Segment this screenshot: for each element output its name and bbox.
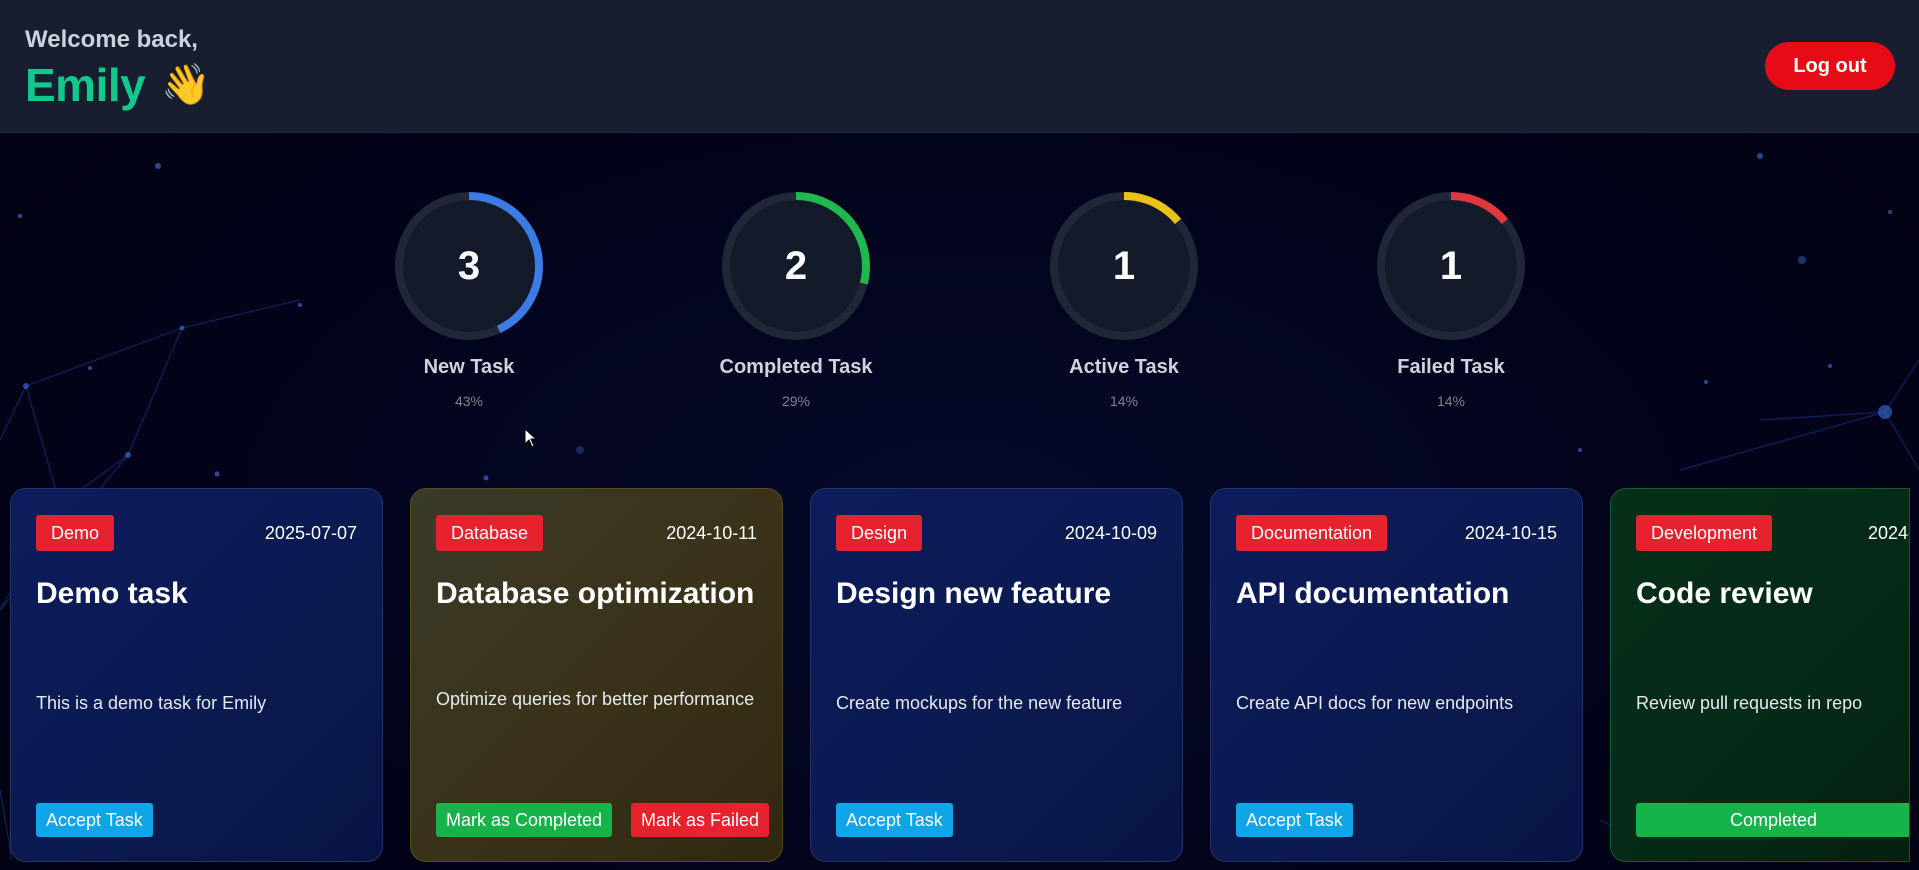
stat-completed-task: 2 Completed Task 29%: [696, 190, 896, 409]
stat-active-task: 1 Active Task 14%: [1024, 190, 1224, 409]
top-bar: Welcome back, Emily 👋 Log out: [0, 0, 1919, 133]
category-badge: Design: [836, 515, 923, 551]
mark-completed-button[interactable]: Mark as Completed: [436, 803, 613, 837]
task-description: Optimize queries for better performance: [436, 689, 755, 709]
mouse-cursor-icon: [524, 428, 538, 448]
user-greeting: Emily 👋: [25, 58, 211, 112]
welcome-text: Welcome back,: [25, 26, 198, 53]
stat-percent: 14%: [1109, 393, 1139, 409]
category-badge: Demo: [36, 515, 115, 551]
task-date: 2024-10-11: [666, 523, 757, 543]
progress-ring: 3: [393, 190, 545, 342]
task-title: Code review: [1636, 577, 1813, 610]
task-title: Design new feature: [836, 577, 1112, 610]
mark-failed-button[interactable]: Mark as Failed: [631, 803, 770, 837]
stat-count: 1: [1112, 244, 1136, 288]
accept-task-button[interactable]: Accept Task: [836, 803, 953, 837]
accept-task-button[interactable]: Accept Task: [36, 803, 153, 837]
task-description: This is a demo task for Emily: [36, 693, 267, 713]
stat-failed-task: 1 Failed Task 14%: [1351, 190, 1551, 409]
task-title: API documentation: [1236, 577, 1510, 610]
task-title: Database optimization: [436, 577, 755, 610]
task-description: Create mockups for the new feature: [836, 693, 1123, 713]
stat-percent: 14%: [1436, 393, 1466, 409]
task-description: Create API docs for new endpoints: [1236, 693, 1514, 713]
progress-ring: 1: [1375, 190, 1527, 342]
task-date: 2024-10-09: [1064, 523, 1157, 543]
stat-count: 2: [784, 244, 808, 288]
stat-label: Active Task: [1069, 356, 1179, 378]
waving-hand-icon: 👋: [161, 63, 212, 107]
task-date: 2024-10-15: [1464, 523, 1557, 543]
category-badge: Development: [1636, 515, 1773, 551]
task-card-development: Development 2024- Code review Review pul…: [1610, 488, 1910, 862]
category-badge: Documentation: [1236, 515, 1388, 551]
logout-button[interactable]: Log out: [1765, 42, 1895, 90]
task-title: Demo task: [36, 577, 188, 610]
stat-percent: 29%: [781, 393, 811, 409]
progress-ring: 2: [720, 190, 872, 342]
category-badge: Database: [436, 515, 544, 551]
task-description: Review pull requests in repo: [1636, 693, 1863, 713]
stat-count: 3: [457, 244, 481, 288]
stat-label: Completed Task: [719, 356, 873, 378]
task-date: 2024-: [1868, 523, 1910, 543]
task-card-documentation: Documentation 2024-10-15 API documentati…: [1210, 488, 1583, 862]
accept-task-button[interactable]: Accept Task: [1236, 803, 1353, 837]
stat-label: New Task: [423, 356, 515, 378]
completed-status-button: Completed: [1636, 803, 1909, 837]
stat-label: Failed Task: [1397, 356, 1505, 378]
task-date: 2025-07-07: [264, 523, 357, 543]
user-name: Emily: [25, 59, 146, 111]
task-card-demo: Demo 2025-07-07 Demo task This is a demo…: [10, 488, 383, 862]
stat-count: 1: [1439, 244, 1463, 288]
task-card-design: Design 2024-10-09 Design new feature Cre…: [810, 488, 1183, 862]
stat-new-task: 3 New Task 43%: [369, 190, 569, 409]
progress-ring: 1: [1048, 190, 1200, 342]
task-card-database: Database 2024-10-11 Database optimizatio…: [410, 488, 783, 862]
stat-percent: 43%: [454, 393, 484, 409]
